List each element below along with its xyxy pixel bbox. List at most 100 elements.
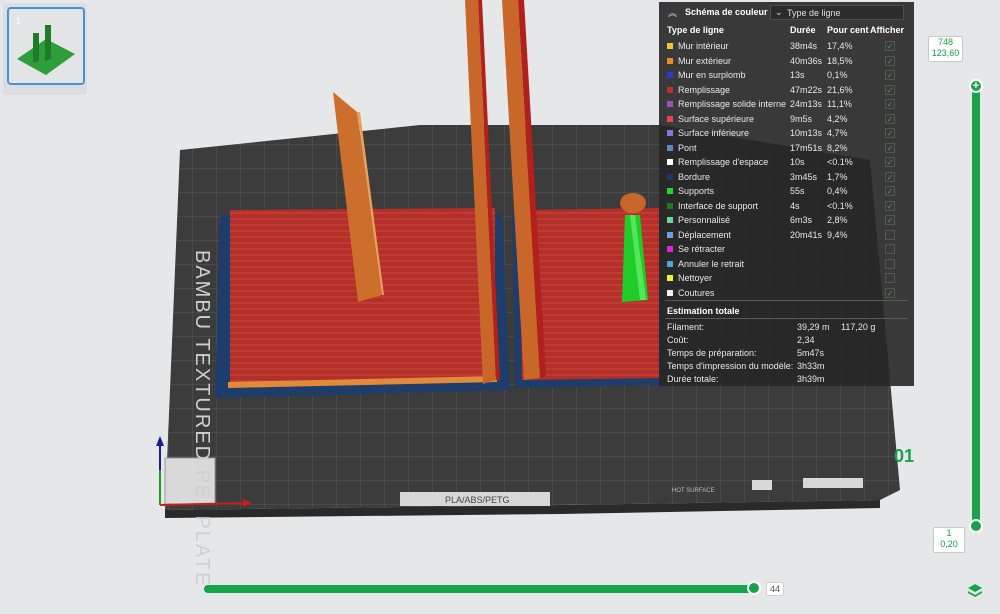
line-type-name: Remplissage solide interne — [678, 99, 787, 109]
top-layer-number: 748 — [937, 37, 954, 47]
color-swatch — [667, 188, 673, 194]
show-checkbox[interactable] — [885, 244, 895, 254]
line-type-duration: 47m22s — [790, 84, 823, 95]
plate-brand-label: BAMBU TEXTURED PEI PLATE — [191, 250, 213, 587]
legend-row: Déplacement 20m41s 9,4% — [659, 228, 914, 242]
color-swatch — [667, 246, 673, 252]
show-checkbox[interactable] — [885, 229, 895, 240]
line-type-duration: 55s — [790, 186, 805, 196]
line-type-duration: 3m45s — [790, 171, 818, 182]
color-swatch — [667, 159, 673, 165]
check-icon[interactable]: ✓ — [885, 157, 895, 167]
view-mode-dropdown[interactable]: ⌄ Type de ligne — [770, 5, 904, 20]
color-swatch — [667, 231, 673, 238]
estimation-value: 39,29 m — [797, 322, 830, 332]
color-swatch — [667, 144, 673, 151]
estimation-label: Filament: — [667, 322, 705, 332]
check-icon[interactable]: ✓ — [885, 200, 895, 211]
estimation-row: Coût: 2,34 — [659, 335, 914, 348]
estimation-value: 3h39m — [797, 374, 825, 384]
line-type-name: Nettoyer — [678, 273, 713, 283]
color-swatch — [667, 57, 673, 64]
filament-label: PLA/ABS/PETG — [445, 495, 510, 505]
check-icon[interactable]: ✓ — [885, 171, 895, 182]
check-icon[interactable]: ✓ — [885, 186, 895, 196]
line-type-percent: 17,4% — [827, 41, 853, 51]
line-type-name: Déplacement — [678, 229, 732, 240]
line-type-duration: 24m13s — [790, 99, 823, 109]
estimation-label: Temps d'impression du modèle: — [667, 361, 794, 371]
line-type-name: Remplissage — [678, 84, 731, 95]
legend-row: Personnalisé 6m3s 2,8% ✓ — [659, 213, 914, 227]
color-swatch — [667, 43, 673, 49]
check-icon[interactable]: ✓ — [885, 84, 895, 95]
show-checkbox[interactable] — [885, 258, 895, 269]
legend-separator — [665, 300, 908, 301]
line-type-percent: 1,7% — [827, 171, 848, 182]
color-scheme-legend: ︽ Schéma de couleur ⌄ Type de ligne Type… — [659, 2, 914, 386]
legend-row: Coutures ✓ — [659, 286, 914, 300]
estimation-label: Durée totale: — [667, 374, 719, 384]
line-type-percent: 21,6% — [827, 84, 853, 95]
chevron-up-icon[interactable]: ︽ — [668, 6, 677, 19]
line-type-name: Coutures — [678, 287, 715, 298]
check-icon[interactable]: ✓ — [885, 142, 895, 153]
legend-title: Schéma de couleur — [685, 7, 768, 17]
estimation-separator — [665, 318, 908, 319]
estimation-value: 2,34 — [797, 335, 815, 345]
line-type-percent: 9,4% — [827, 229, 848, 240]
line-type-duration: 10m13s — [790, 128, 823, 138]
color-swatch — [667, 173, 673, 180]
line-type-duration: 38m4s — [790, 41, 818, 51]
layers-icon[interactable] — [966, 582, 984, 600]
color-swatch — [667, 72, 673, 78]
legend-row: Bordure 3m45s 1,7% ✓ — [659, 170, 914, 184]
check-icon[interactable]: ✓ — [885, 70, 895, 80]
line-type-name: Mur extérieur — [678, 55, 732, 66]
legend-row: Annuler le retrait — [659, 257, 914, 271]
legend-row: Surface supérieure 9m5s 4,2% ✓ — [659, 112, 914, 126]
line-type-name: Bordure — [678, 171, 711, 182]
top-layer-tag: 748 123,60 — [928, 36, 963, 62]
check-icon[interactable]: ✓ — [885, 41, 895, 51]
line-type-duration: 40m36s — [790, 55, 823, 66]
legend-row: Surface inférieure 10m13s 4,7% ✓ — [659, 126, 914, 140]
col-header-duration: Durée — [790, 25, 816, 35]
plate-thumbnail[interactable]: 1 — [3, 3, 87, 95]
line-type-duration: 4s — [790, 200, 800, 211]
bottom-layer-handle[interactable] — [969, 519, 983, 533]
line-type-name: Supports — [678, 186, 715, 196]
color-swatch — [667, 217, 673, 223]
check-icon[interactable]: ✓ — [885, 215, 895, 225]
legend-header: ︽ Schéma de couleur ⌄ Type de ligne — [659, 2, 914, 22]
color-swatch — [667, 202, 673, 209]
col-header-show: Afficher — [870, 25, 905, 35]
estimation-row: Temps d'impression du modèle: 3h33m — [659, 361, 914, 374]
line-type-percent: 4,7% — [827, 128, 848, 138]
color-swatch — [667, 289, 673, 296]
legend-row: Supports 55s 0,4% ✓ — [659, 184, 914, 198]
top-layer-handle[interactable]: + — [969, 79, 983, 93]
line-type-name: Interface de support — [678, 200, 759, 211]
move-slider-handle[interactable] — [747, 581, 761, 595]
estimation-row: Durée totale: 3h39m — [659, 374, 914, 387]
legend-row: Remplissage d'espace 10s <0.1% ✓ — [659, 155, 914, 169]
line-type-percent: 0,1% — [827, 70, 848, 80]
layer-slider-track[interactable] — [972, 83, 980, 528]
color-swatch — [667, 130, 673, 136]
check-icon[interactable]: ✓ — [885, 99, 895, 109]
col-header-percent: Pour cent — [827, 25, 869, 35]
show-checkbox[interactable] — [885, 273, 895, 283]
check-icon[interactable]: ✓ — [885, 128, 895, 138]
line-type-percent: 11,1% — [827, 99, 852, 109]
line-type-duration: 13s — [790, 70, 805, 80]
check-icon[interactable]: ✓ — [885, 55, 895, 66]
line-type-percent: <0.1% — [827, 200, 853, 211]
line-type-name: Annuler le retrait — [678, 258, 745, 269]
estimation-value: 3h33m — [797, 361, 825, 371]
top-layer-height: 123,60 — [931, 48, 960, 58]
legend-row: Remplissage 47m22s 21,6% ✓ — [659, 83, 914, 97]
check-icon[interactable]: ✓ — [885, 287, 895, 298]
check-icon[interactable]: ✓ — [885, 113, 895, 124]
move-slider-track[interactable] — [204, 585, 757, 593]
